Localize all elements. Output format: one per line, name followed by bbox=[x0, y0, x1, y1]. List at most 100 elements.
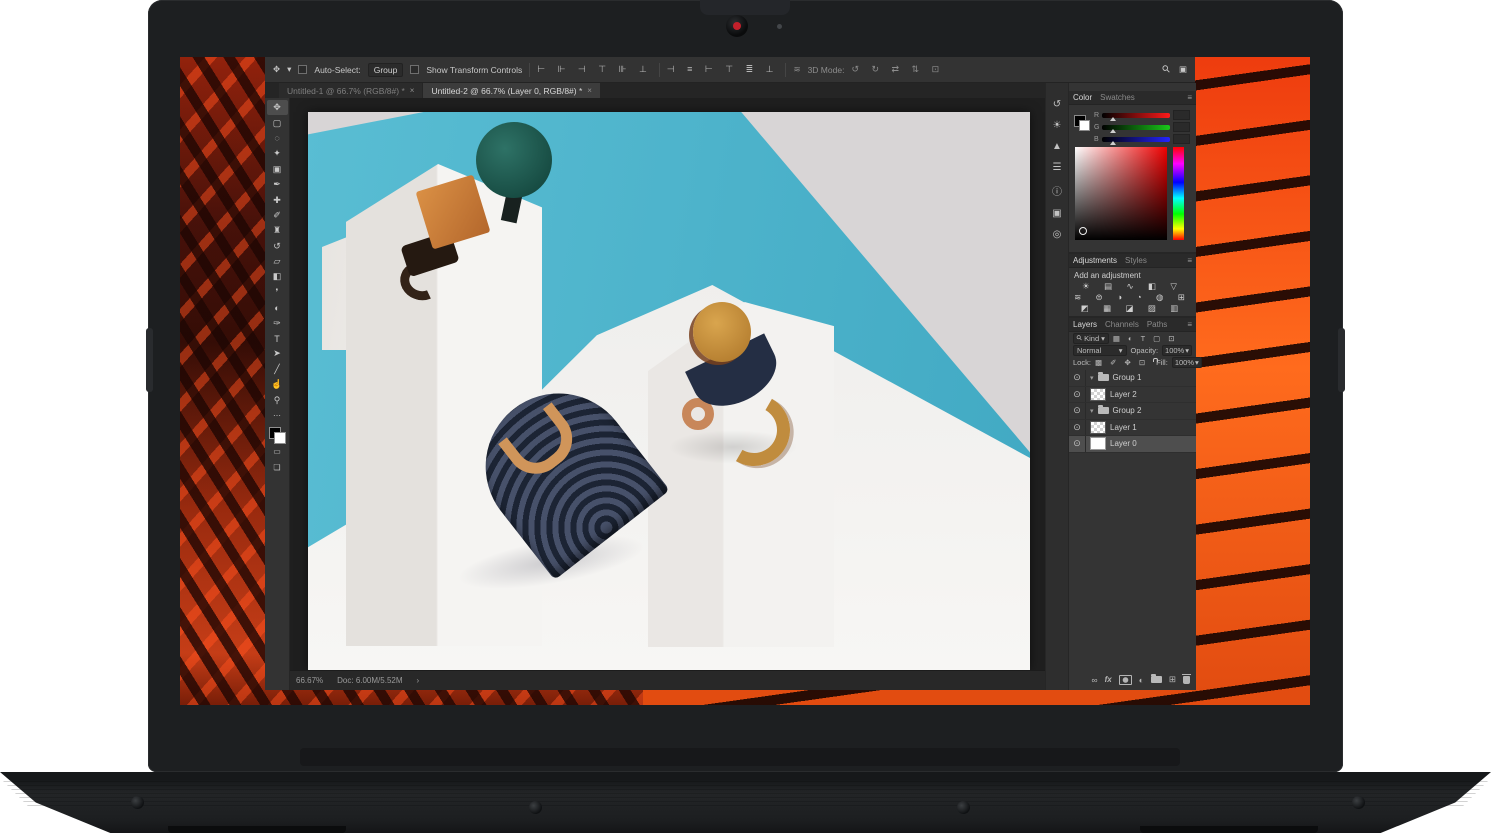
panel-menu-icon[interactable]: ≡ bbox=[1187, 256, 1192, 265]
zoom-level-field[interactable]: 66.67% bbox=[296, 676, 323, 685]
gradient-tool[interactable]: ◧ bbox=[267, 269, 288, 284]
layer-name[interactable]: Layer 2 bbox=[1110, 390, 1137, 399]
tool-preset-dropdown-icon[interactable]: ▾ bbox=[287, 64, 291, 75]
tab-layers[interactable]: Layers bbox=[1073, 320, 1097, 329]
color-picker-field[interactable] bbox=[1075, 147, 1167, 240]
layer-thumbnail[interactable] bbox=[1090, 388, 1106, 401]
layer-mask-icon[interactable] bbox=[1119, 675, 1132, 685]
tab-channels[interactable]: Channels bbox=[1105, 320, 1139, 329]
eye-icon[interactable]: ⊙ bbox=[1069, 370, 1086, 386]
disclosure-icon[interactable]: ▾ bbox=[1090, 374, 1094, 382]
healing-brush-tool[interactable]: ✚ bbox=[267, 192, 288, 207]
workspace-switcher-icon[interactable]: ▣ bbox=[1179, 64, 1187, 75]
panel-menu-icon[interactable]: ≡ bbox=[1187, 93, 1192, 102]
quick-selection-tool[interactable]: ✦ bbox=[267, 146, 288, 161]
tab-swatches[interactable]: Swatches bbox=[1100, 93, 1135, 102]
layer-filter-icons[interactable]: ▦ ◐ T ▢ ⊡ bbox=[1113, 334, 1178, 343]
layer-name[interactable]: Layer 0 bbox=[1110, 439, 1137, 448]
line-tool[interactable]: ╱ bbox=[267, 362, 288, 377]
layer-name[interactable]: Group 1 bbox=[1113, 373, 1142, 382]
edit-toolbar-button[interactable]: ⋯ bbox=[267, 408, 288, 423]
history-brush-tool[interactable]: ↺ bbox=[267, 239, 288, 254]
layer-row-group-1[interactable]: ⊙ ▾ Group 1 bbox=[1069, 370, 1196, 387]
auto-select-checkbox[interactable] bbox=[298, 65, 307, 74]
adjustment-icons-row-1[interactable]: ☀ ▤ ∿ ◧ ▽ bbox=[1069, 281, 1196, 292]
layer-row-layer-1[interactable]: ⊙ Layer 1 bbox=[1069, 420, 1196, 437]
dodge-tool[interactable]: ◐ bbox=[267, 300, 288, 315]
crop-tool[interactable]: ▣ bbox=[267, 162, 288, 177]
blend-mode-dropdown[interactable]: Normal ▾ bbox=[1073, 345, 1127, 356]
green-slider[interactable] bbox=[1102, 125, 1170, 130]
link-layers-icon[interactable]: ∞ bbox=[1092, 675, 1098, 685]
distribute-icons[interactable]: ⊣ ≡ ⊢ ⊤ ≣ ⊥ bbox=[667, 64, 779, 75]
eye-icon[interactable]: ⊙ bbox=[1069, 387, 1086, 403]
hue-ramp[interactable] bbox=[1173, 147, 1184, 240]
info-panel-icon[interactable]: ⓘ bbox=[1052, 183, 1062, 198]
red-slider[interactable] bbox=[1102, 113, 1170, 118]
quick-mask-button[interactable]: ▭ bbox=[267, 444, 288, 459]
panel-background-swatch[interactable] bbox=[1079, 120, 1090, 131]
eye-icon[interactable]: ⊙ bbox=[1069, 403, 1086, 419]
eye-icon[interactable]: ⊙ bbox=[1069, 420, 1086, 436]
align-icons[interactable]: ⊢ ⊩ ⊣ ⊤ ⊪ ⊥ bbox=[537, 64, 652, 75]
auto-align-icon[interactable]: ≋ bbox=[793, 64, 800, 75]
tab-untitled-2[interactable]: Untitled-2 @ 66.7% (Layer 0, RGB/8#) * × bbox=[423, 83, 600, 98]
lasso-tool[interactable]: ◌ bbox=[267, 131, 288, 146]
libraries-panel-icon[interactable]: ▲ bbox=[1052, 141, 1062, 152]
layer-row-layer-2[interactable]: ⊙ Layer 2 bbox=[1069, 387, 1196, 404]
panel-menu-icon[interactable]: ≡ bbox=[1187, 320, 1192, 329]
lock-option-icons[interactable]: ▩ ✐ ✥ ⊡ bbox=[1095, 358, 1148, 367]
layer-thumbnail[interactable] bbox=[1090, 421, 1106, 434]
tab-color[interactable]: Color bbox=[1073, 93, 1092, 102]
move-tool-options-icon[interactable]: ✥ bbox=[273, 64, 280, 75]
screen-mode-button[interactable]: ❏ bbox=[267, 460, 288, 475]
document-image[interactable] bbox=[308, 112, 1030, 670]
layer-filter-kind-dropdown[interactable]: ⚲ Kind ▾ bbox=[1073, 333, 1109, 344]
hand-tool[interactable]: ☝ bbox=[267, 377, 288, 392]
red-value-field[interactable] bbox=[1173, 110, 1190, 120]
layer-style-icon[interactable]: fx bbox=[1105, 675, 1112, 684]
layer-row-layer-0[interactable]: ⊙ Layer 0 bbox=[1069, 436, 1196, 453]
eyedropper-tool[interactable]: ✒ bbox=[267, 177, 288, 192]
3d-mode-icons[interactable]: ↺ ↻ ⇄ ⇅ ⊡ bbox=[851, 64, 944, 75]
auto-select-target-dropdown[interactable]: Group bbox=[368, 63, 404, 77]
clone-source-panel-icon[interactable]: ▣ bbox=[1052, 208, 1061, 219]
blur-tool[interactable]: ❜ bbox=[267, 285, 288, 300]
delete-layer-icon[interactable] bbox=[1183, 676, 1190, 684]
tab-adjustments[interactable]: Adjustments bbox=[1073, 256, 1117, 265]
background-color-swatch[interactable] bbox=[274, 432, 286, 444]
search-icon[interactable]: ⚲ bbox=[1160, 63, 1173, 76]
type-tool[interactable]: T bbox=[267, 331, 288, 346]
eye-icon[interactable]: ⊙ bbox=[1069, 436, 1086, 452]
panel-color-swatches[interactable] bbox=[1074, 115, 1090, 131]
adjustment-icons-row-3[interactable]: ◩ ▦ ◪ ▨ ▥ bbox=[1069, 303, 1196, 314]
move-tool[interactable]: ✥ bbox=[267, 100, 288, 115]
close-icon[interactable]: × bbox=[587, 86, 592, 95]
properties-panel-icon[interactable]: ☀ bbox=[1053, 120, 1062, 131]
eraser-tool[interactable]: ▱ bbox=[267, 254, 288, 269]
blue-slider[interactable] bbox=[1102, 137, 1170, 142]
layer-name[interactable]: Layer 1 bbox=[1110, 423, 1137, 432]
close-icon[interactable]: × bbox=[410, 86, 415, 95]
new-layer-icon[interactable]: ⊞ bbox=[1169, 674, 1176, 685]
adjustments-panel-icon[interactable]: ☰ bbox=[1053, 162, 1062, 173]
marquee-tool[interactable]: ▢ bbox=[267, 115, 288, 130]
pen-tool[interactable]: ✑ bbox=[267, 315, 288, 330]
tab-styles[interactable]: Styles bbox=[1125, 256, 1147, 265]
show-transform-checkbox[interactable] bbox=[410, 65, 419, 74]
opacity-field[interactable]: 100% ▾ bbox=[1162, 345, 1192, 356]
color-swatch-widget[interactable] bbox=[269, 427, 286, 444]
layer-thumbnail[interactable] bbox=[1090, 437, 1106, 450]
adjustment-icons-row-2[interactable]: ≋ ⊜ ◑ ◔ ◍ ⊞ bbox=[1069, 292, 1196, 303]
new-group-icon[interactable] bbox=[1151, 676, 1162, 683]
tab-untitled-1[interactable]: Untitled-1 @ 66.7% (RGB/8#) * × bbox=[279, 83, 422, 98]
navigator-panel-icon[interactable]: ◎ bbox=[1053, 229, 1062, 240]
history-panel-icon[interactable]: ↺ bbox=[1053, 99, 1061, 110]
layer-row-group-2[interactable]: ⊙ ▾ Group 2 bbox=[1069, 403, 1196, 420]
blue-value-field[interactable] bbox=[1173, 134, 1190, 144]
disclosure-icon[interactable]: ▾ bbox=[1090, 407, 1094, 415]
green-value-field[interactable] bbox=[1173, 122, 1190, 132]
adjustment-layer-icon[interactable]: ◐ bbox=[1139, 675, 1144, 685]
clone-stamp-tool[interactable]: ♜ bbox=[267, 223, 288, 238]
path-selection-tool[interactable]: ➤ bbox=[267, 346, 288, 361]
